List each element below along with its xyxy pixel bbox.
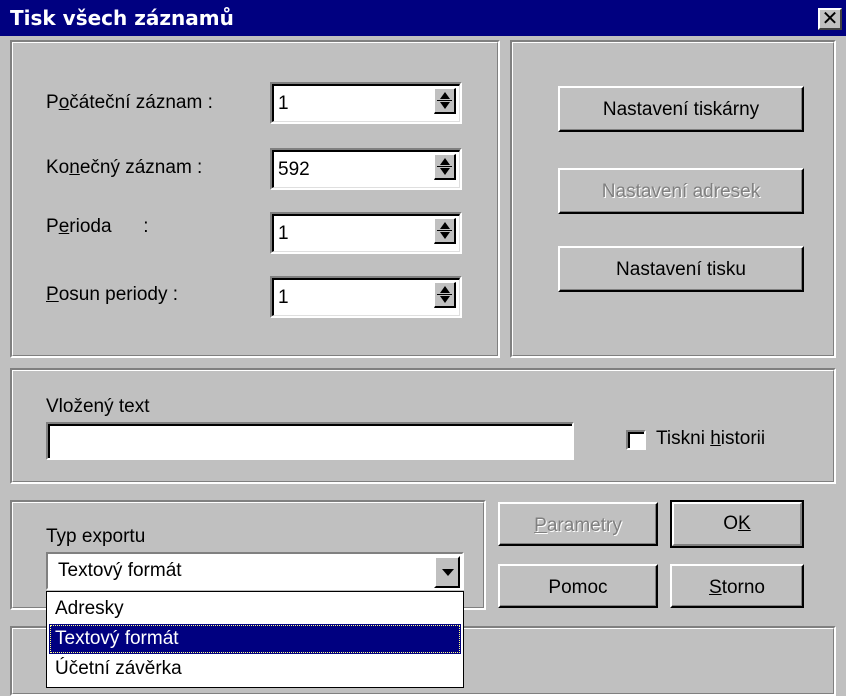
start-record-spin-buttons[interactable] bbox=[434, 88, 456, 114]
start-record-spinner[interactable]: 1 bbox=[270, 82, 462, 124]
spin-up-icon bbox=[440, 222, 450, 229]
help-button[interactable]: Pomoc bbox=[498, 564, 658, 608]
period-spin-buttons[interactable] bbox=[434, 218, 456, 244]
end-record-spin-buttons[interactable] bbox=[434, 154, 456, 180]
close-button[interactable]: ✕ bbox=[818, 8, 842, 30]
print-setup-button[interactable]: Nastavení tisku bbox=[558, 246, 804, 292]
start-record-label: Počáteční záznam : bbox=[46, 92, 213, 113]
end-record-value: 592 bbox=[278, 159, 310, 180]
period-shift-spin-buttons[interactable] bbox=[434, 282, 456, 308]
period-shift-spinner[interactable]: 1 bbox=[270, 276, 462, 318]
list-item-selected[interactable]: Textový formát bbox=[49, 624, 461, 654]
spin-down-icon bbox=[440, 296, 450, 303]
spin-up-icon bbox=[440, 158, 450, 165]
list-item[interactable]: Účetní závěrka bbox=[49, 654, 461, 684]
print-history-label[interactable]: Tiskni historii bbox=[656, 428, 765, 450]
print-history-checkbox[interactable] bbox=[626, 430, 646, 450]
title-bar[interactable]: Tisk všech záznamů ✕ bbox=[0, 0, 846, 36]
period-shift-value: 1 bbox=[278, 287, 289, 308]
spin-up-icon bbox=[440, 286, 450, 293]
export-type-selected: Textový formát bbox=[58, 560, 182, 581]
period-value: 1 bbox=[278, 223, 289, 244]
close-icon: ✕ bbox=[821, 6, 839, 30]
end-record-label: Konečný záznam : bbox=[46, 157, 203, 178]
spin-down-icon bbox=[440, 232, 450, 239]
end-record-spinner[interactable]: 592 bbox=[270, 148, 462, 190]
export-type-dropdown-list[interactable]: Adresky Textový formát Účetní závěrka bbox=[46, 591, 464, 688]
parameters-button[interactable]: Parametry bbox=[498, 502, 658, 546]
inserted-text-label: Vložený text bbox=[46, 396, 150, 417]
window-title: Tisk všech záznamů bbox=[10, 6, 234, 30]
start-record-value: 1 bbox=[278, 93, 289, 114]
period-label: Perioda : bbox=[46, 216, 149, 237]
inserted-text-input[interactable] bbox=[46, 422, 574, 460]
printer-setup-button[interactable]: Nastavení tiskárny bbox=[558, 86, 804, 132]
list-item[interactable]: Adresky bbox=[49, 594, 461, 624]
address-setup-button[interactable]: Nastavení adresek bbox=[558, 168, 804, 214]
export-type-combo[interactable]: Textový formát bbox=[46, 552, 464, 590]
period-spinner[interactable]: 1 bbox=[270, 212, 462, 254]
spin-up-icon bbox=[440, 92, 450, 99]
ok-button[interactable]: OK bbox=[670, 500, 804, 548]
cancel-button[interactable]: Storno bbox=[670, 564, 804, 608]
spin-down-icon bbox=[440, 102, 450, 109]
export-type-label: Typ exportu bbox=[46, 526, 146, 547]
combo-dropdown-button[interactable] bbox=[434, 556, 460, 588]
period-shift-label: Posun periody : bbox=[46, 284, 179, 305]
spin-down-icon bbox=[440, 168, 450, 175]
chevron-down-icon bbox=[442, 569, 454, 576]
